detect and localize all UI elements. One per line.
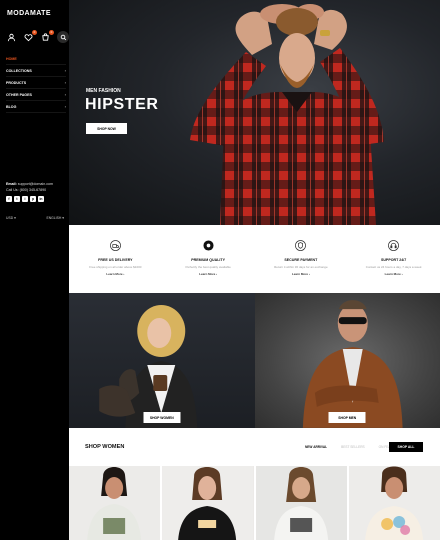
email-address[interactable]: support@domain.com	[18, 182, 53, 186]
product-image	[348, 466, 440, 540]
feature-title: SECURE PAYMENT	[284, 258, 318, 262]
instagram-icon[interactable]: i	[22, 196, 28, 202]
men-banner[interactable]: SHOP MEN	[254, 293, 440, 428]
feature-title: FREE US DELIVERY	[98, 258, 133, 262]
chevron-right-icon: ›	[64, 92, 66, 97]
feature-description: Return it within 30 days for an exchange	[274, 265, 328, 269]
feature-title: PREMIUM QUALITY	[191, 258, 225, 262]
product-image	[69, 466, 161, 540]
chevron-right-icon: ›	[64, 68, 66, 73]
nav-item-products[interactable]: PRODUCTS ›	[6, 77, 66, 89]
currency-select[interactable]: USD ▾	[6, 216, 16, 220]
hero-banner: MEN FASHION HIPSTER SHOP NOW	[69, 0, 440, 225]
main-nav: HOME COLLECTIONS › PRODUCTS › OTHER PAGES ›…	[6, 53, 66, 113]
feature-support: SUPPORT 24/7 Contact us 24 hours a day, …	[347, 225, 440, 293]
nav-item-label: PRODUCTS	[6, 80, 27, 85]
nav-item-collections[interactable]: COLLECTIONS ›	[6, 65, 66, 77]
women-model-image	[99, 305, 198, 428]
product-image	[162, 466, 254, 540]
language-value: ENGLISH	[46, 216, 62, 220]
award-icon	[202, 239, 215, 252]
hero-eyebrow: MEN FASHION	[86, 88, 121, 94]
nav-item-label: BLOG	[6, 104, 17, 109]
facebook-icon[interactable]: f	[6, 196, 12, 202]
phone-number[interactable]: Call Us: (800) 345-67890	[6, 187, 53, 193]
features-strip: FREE US DELIVERY Free shipping on all or…	[69, 225, 440, 293]
hero-shop-now-button[interactable]: SHOP NOW	[86, 123, 127, 134]
feature-description: Contact us 24 hours a day, 7 days a week	[365, 265, 422, 269]
truck-icon	[109, 239, 122, 252]
feature-premium-quality: PREMIUM QUALITY Perfectly the best quali…	[162, 225, 255, 293]
nav-item-home[interactable]: HOME	[6, 53, 66, 65]
nav-item-blog[interactable]: BLOG ›	[6, 101, 66, 113]
linkedin-icon[interactable]: in	[38, 196, 44, 202]
tab-new-arrival[interactable]: NEW ARRIVAL	[305, 445, 327, 449]
shop-women-button[interactable]: SHOP WOMEN	[143, 412, 181, 423]
cart-icon[interactable]: 0	[40, 29, 54, 43]
email-label: Email:	[6, 182, 17, 186]
product-card[interactable]	[162, 466, 254, 540]
feature-learn-more-link[interactable]: Learn More ›	[106, 272, 124, 276]
category-banners: SHOP WOMEN SHOP MEN	[69, 293, 440, 428]
product-card[interactable]	[348, 466, 440, 540]
language-select[interactable]: ENGLISH ▾	[46, 216, 64, 220]
pinterest-icon[interactable]: p	[30, 196, 36, 202]
section-heading: SHOP WOMEN	[85, 444, 125, 450]
feature-secure-payment: SECURE PAYMENT Return it within 30 days …	[255, 225, 348, 293]
product-card[interactable]	[255, 466, 347, 540]
product-grid	[69, 466, 440, 540]
hero-title: HIPSTER	[85, 96, 159, 113]
feature-learn-more-link[interactable]: Learn More ›	[385, 272, 403, 276]
nav-item-other-pages[interactable]: OTHER PAGES ›	[6, 89, 66, 101]
headset-icon	[387, 239, 400, 252]
product-card[interactable]	[69, 466, 161, 540]
currency-value: USD	[6, 216, 14, 220]
hero-model-image	[190, 4, 384, 225]
men-model-image	[302, 300, 403, 428]
feature-free-delivery: FREE US DELIVERY Free shipping on all or…	[69, 225, 162, 293]
tab-best-sellers[interactable]: BEST SELLERS	[341, 445, 365, 449]
nav-item-label: OTHER PAGES	[6, 92, 32, 97]
header-icons: 0 0	[6, 29, 69, 43]
product-filter-tabs: NEW ARRIVAL BEST SELLERS ON FEATURED	[305, 445, 401, 449]
logo[interactable]: MODAMATE	[7, 10, 51, 17]
search-icon[interactable]	[57, 31, 69, 43]
contact-info: Email: support@domain.com Call Us: (800)…	[6, 181, 53, 193]
product-image	[255, 466, 347, 540]
locale-selectors: USD ▾ ENGLISH ▾	[6, 216, 64, 220]
chevron-right-icon: ›	[64, 80, 66, 85]
nav-item-label: COLLECTIONS	[6, 68, 32, 73]
nav-item-label: HOME	[6, 56, 17, 61]
feature-learn-more-link[interactable]: Learn More ›	[199, 272, 217, 276]
social-links: f t i p in	[6, 196, 44, 202]
feature-description: Perfectly the best quality available	[185, 265, 231, 269]
sidebar: MODAMATE 0 0 HOME COLLECTIONS › PRODUCTS ›…	[0, 0, 69, 540]
feature-learn-more-link[interactable]: Learn More ›	[292, 272, 310, 276]
wishlist-count-badge: 0	[32, 29, 37, 35]
shield-icon	[294, 239, 307, 252]
feature-title: SUPPORT 24/7	[380, 258, 407, 262]
twitter-icon[interactable]: t	[14, 196, 20, 202]
chevron-right-icon: ›	[64, 104, 66, 109]
women-banner[interactable]: SHOP WOMEN	[69, 293, 255, 428]
shop-all-button[interactable]: SHOP ALL	[389, 442, 423, 452]
shop-women-section: SHOP WOMEN NEW ARRIVAL BEST SELLERS ON F…	[69, 428, 440, 540]
cart-count-badge: 0	[49, 29, 54, 35]
wishlist-icon[interactable]: 0	[23, 29, 37, 43]
feature-description: Free shipping on all order above $1000	[89, 265, 142, 269]
shop-men-button[interactable]: SHOP MEN	[328, 412, 366, 423]
account-icon[interactable]	[6, 32, 17, 43]
